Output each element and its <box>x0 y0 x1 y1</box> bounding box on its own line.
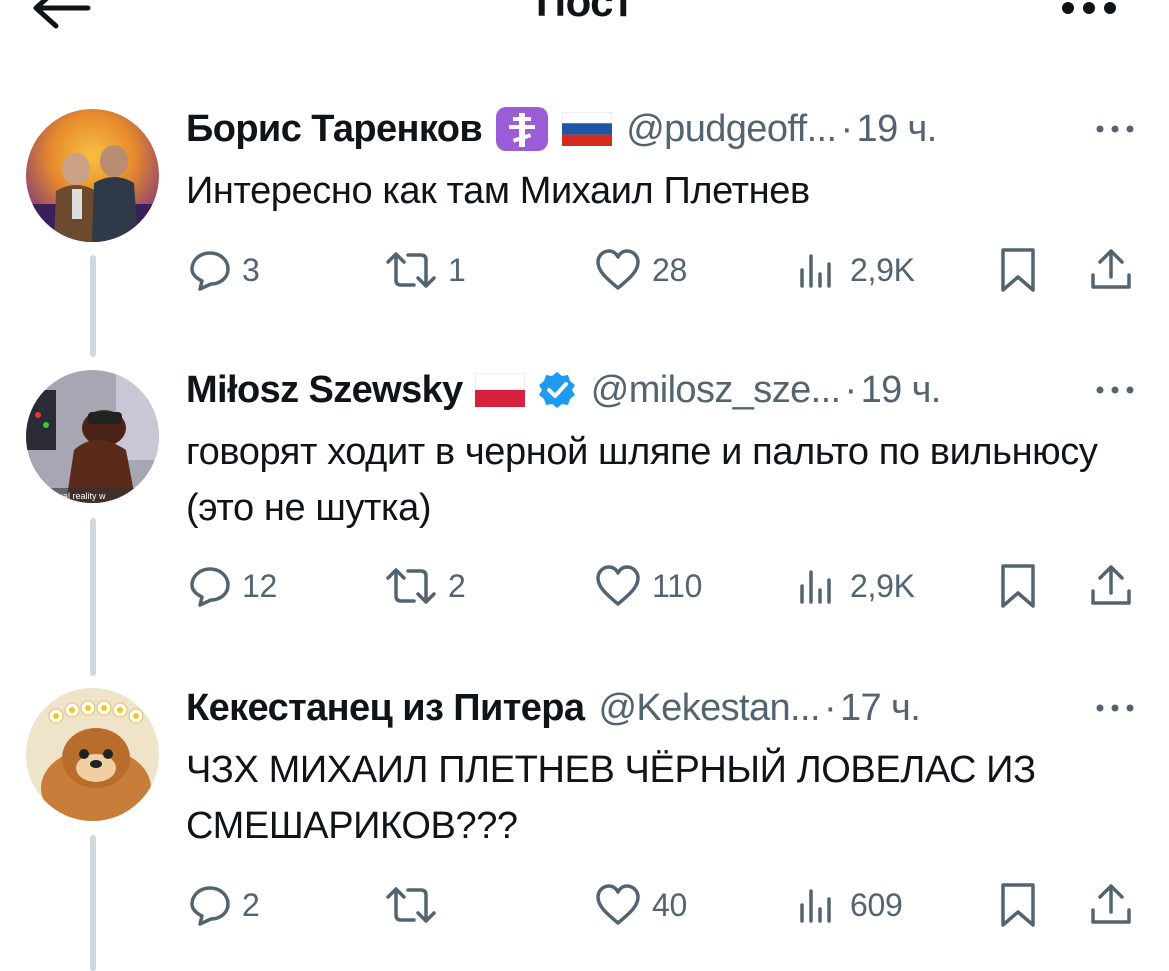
avatar[interactable] <box>26 688 159 821</box>
separator-dot: · <box>844 368 858 411</box>
reply-icon <box>190 251 230 291</box>
header-more-button[interactable] <box>1061 0 1117 18</box>
reply-count: 12 <box>242 567 277 604</box>
post-actions: 12 2 110 2,9K <box>186 560 1146 612</box>
avatar[interactable] <box>26 109 159 242</box>
heart-icon <box>596 884 640 925</box>
author-name[interactable]: Кекестанец из Питера <box>186 687 585 730</box>
repost-count: 1 <box>448 251 466 288</box>
author-handle[interactable]: @milosz_sze... <box>591 369 841 412</box>
reply-count: 2 <box>242 886 260 923</box>
repost-button[interactable] <box>384 879 448 931</box>
post-actions: 2 40 609 <box>186 879 1146 931</box>
russia-flag-icon <box>562 112 613 146</box>
reply-icon <box>190 886 230 926</box>
repost-button[interactable]: 1 <box>384 244 466 296</box>
thread-line <box>90 835 96 971</box>
views-count: 2,9K <box>850 251 915 288</box>
like-count: 40 <box>652 886 687 923</box>
views-button[interactable]: 609 <box>796 879 903 931</box>
more-horizontal-icon <box>1096 386 1134 394</box>
author-handle[interactable]: @Kekestan... <box>598 687 820 730</box>
author-handle[interactable]: @pudgeoff... <box>626 108 837 151</box>
avatar-image: virtual reality w <box>26 370 159 503</box>
post-more-button[interactable] <box>1095 121 1135 137</box>
author-name[interactable]: Miłosz Szewsky <box>186 369 463 412</box>
reply-count: 3 <box>242 251 260 288</box>
post-time[interactable]: 17 ч. <box>840 687 921 730</box>
heart-icon <box>596 565 640 606</box>
post-text: говорят ходит в черной шляпе и пальто по… <box>186 431 1098 529</box>
bookmark-button[interactable] <box>998 879 1038 931</box>
orthodox-cross-emoji-icon <box>494 105 550 153</box>
top-bar: Пост <box>0 0 1169 40</box>
post-more-button[interactable] <box>1095 382 1135 398</box>
thread-line <box>90 518 96 676</box>
post-header: Miłosz Szewsky @milosz_sze... · 19 ч. <box>186 365 1139 415</box>
share-button[interactable] <box>1088 244 1134 296</box>
views-button[interactable]: 2,9K <box>796 560 915 612</box>
separator-dot: · <box>823 686 837 729</box>
repost-button[interactable]: 2 <box>384 560 466 612</box>
views-icon <box>800 889 831 923</box>
like-count: 28 <box>652 251 687 288</box>
repost-icon <box>386 252 436 288</box>
author-name[interactable]: Борис Таренков <box>186 108 483 151</box>
share-button[interactable] <box>1088 879 1134 931</box>
post-more-button[interactable] <box>1095 700 1135 716</box>
page-title: Пост <box>535 0 634 25</box>
bookmark-icon <box>1001 883 1035 927</box>
bookmark-button[interactable] <box>998 560 1038 612</box>
share-icon <box>1091 884 1131 924</box>
reply-button[interactable]: 12 <box>188 560 277 612</box>
post-actions: 3 1 28 2,9K <box>186 244 1146 296</box>
repost-count: 2 <box>448 567 466 604</box>
views-count: 609 <box>850 886 903 923</box>
verified-icon <box>537 370 577 410</box>
reply-icon <box>190 567 230 607</box>
more-horizontal-icon <box>1062 2 1116 14</box>
poland-flag-icon <box>474 373 525 407</box>
thread-line <box>90 255 96 357</box>
post-text: ЧЗХ МИХАИЛ ПЛЕТНЕВ ЧЁРНЫЙ ЛОВЕЛАС ИЗ СМЕ… <box>186 749 1036 847</box>
avatar-caption: virtual reality w <box>46 491 106 501</box>
reply-button[interactable]: 2 <box>188 879 260 931</box>
like-count: 110 <box>652 567 703 604</box>
like-button[interactable]: 40 <box>594 879 687 931</box>
views-icon <box>800 254 831 288</box>
heart-icon <box>596 249 640 290</box>
like-button[interactable]: 28 <box>594 244 687 296</box>
post-time[interactable]: 19 ч. <box>857 108 938 151</box>
repost-icon <box>386 887 436 923</box>
post-header: Борис Таренков @pudgeoff... · 19 ч. <box>186 104 1139 154</box>
reply-button[interactable]: 3 <box>188 244 260 296</box>
share-icon <box>1091 565 1131 605</box>
views-icon <box>800 570 831 604</box>
more-horizontal-icon <box>1096 125 1134 133</box>
avatar-image <box>26 109 159 242</box>
bookmark-button[interactable] <box>998 244 1038 296</box>
post-header: Кекестанец из Питера @Kekestan... · 17 ч… <box>186 683 1139 733</box>
separator-dot: · <box>840 107 853 150</box>
bookmark-icon <box>1001 564 1035 608</box>
bookmark-icon <box>1001 248 1035 292</box>
like-button[interactable]: 110 <box>594 560 702 612</box>
views-count: 2,9K <box>850 567 915 604</box>
post-time[interactable]: 19 ч. <box>861 369 942 412</box>
share-icon <box>1091 249 1131 289</box>
avatar-image <box>26 688 159 821</box>
avatar[interactable]: virtual reality w <box>26 370 159 503</box>
views-button[interactable]: 2,9K <box>796 244 915 296</box>
more-horizontal-icon <box>1096 704 1134 712</box>
post-text: Интересно как там Михаил Плетнев <box>186 170 810 212</box>
repost-icon <box>386 568 436 604</box>
share-button[interactable] <box>1088 560 1134 612</box>
